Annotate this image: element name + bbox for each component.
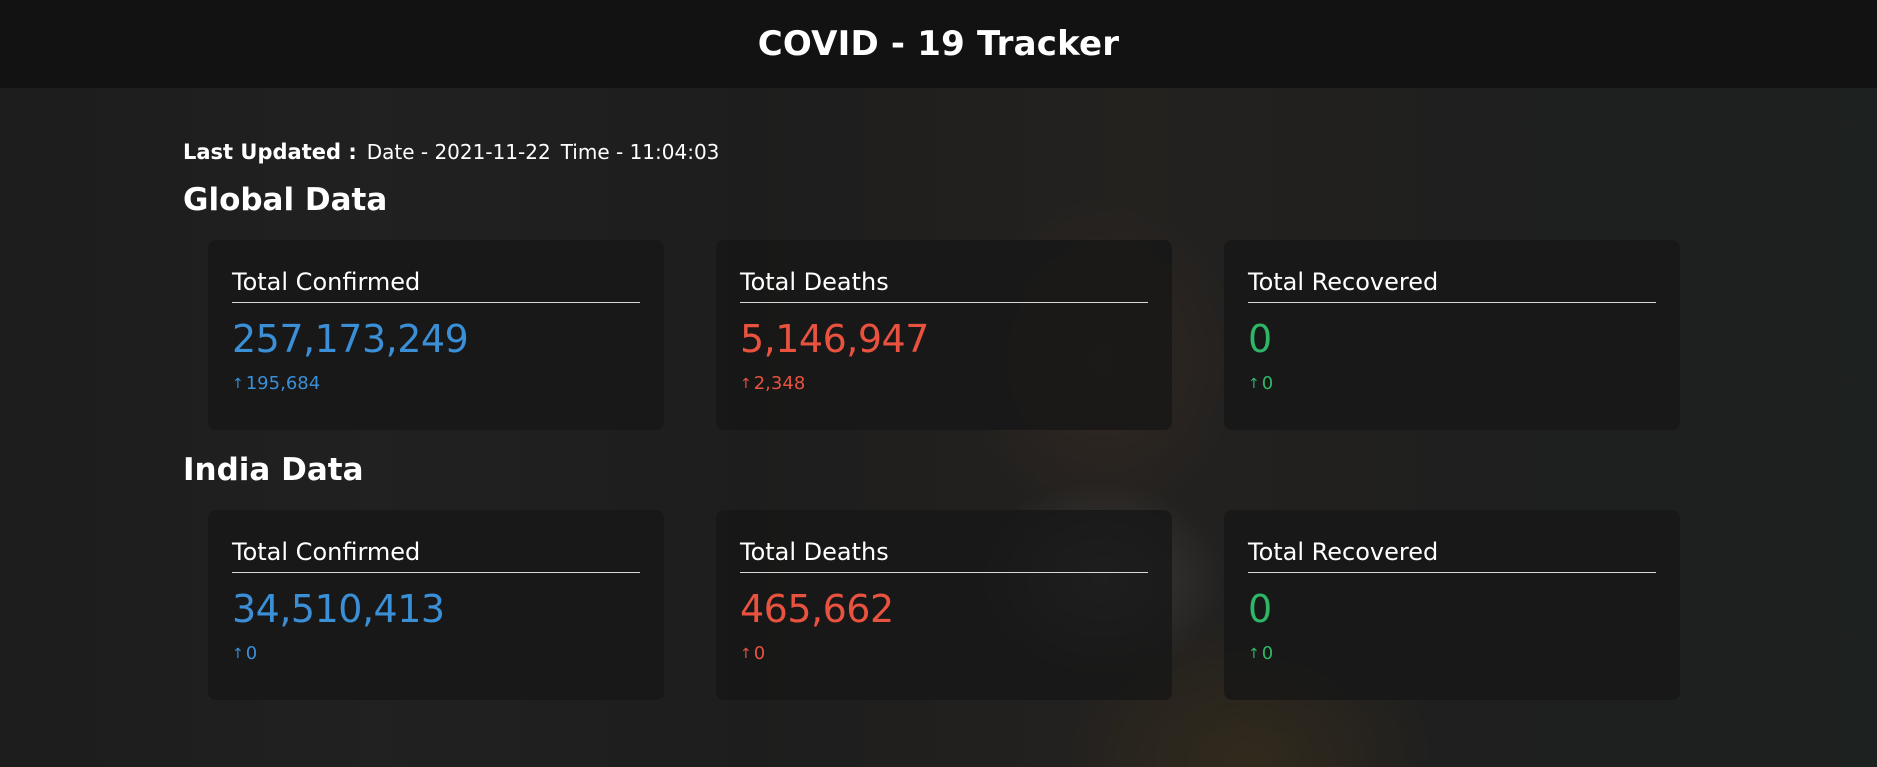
card-title: Total Recovered (1248, 538, 1656, 573)
india-section: India Data Total Confirmed 34,510,413 ↑ … (183, 452, 1683, 700)
india-section-title: India Data (183, 452, 364, 488)
arrow-up-icon: ↑ (740, 375, 752, 392)
arrow-up-icon: ↑ (232, 645, 244, 662)
recovered-delta: ↑ 0 (1248, 373, 1656, 394)
main-content: Last Updated : Date - 2021-11-22 Time - … (183, 88, 1683, 700)
confirmed-delta: ↑ 195,684 (232, 373, 640, 394)
global-deaths-card: Total Deaths 5,146,947 ↑ 2,348 (716, 240, 1172, 430)
deaths-value: 5,146,947 (740, 317, 929, 361)
delta-value: 195,684 (245, 373, 321, 394)
india-deaths-card: Total Deaths 465,662 ↑ 0 (716, 510, 1172, 700)
india-cards: Total Confirmed 34,510,413 ↑ 0 Total Dea… (208, 510, 1683, 700)
india-confirmed-card: Total Confirmed 34,510,413 ↑ 0 (208, 510, 664, 700)
last-updated-time: Time - 11:04:03 (560, 140, 720, 164)
arrow-up-icon: ↑ (1248, 645, 1260, 662)
delta-value: 0 (245, 643, 258, 664)
recovered-delta: ↑ 0 (1248, 643, 1656, 664)
page-title: COVID - 19 Tracker (757, 24, 1120, 64)
recovered-value: 0 (1248, 587, 1272, 631)
page: COVID - 19 Tracker Last Updated : Date -… (0, 0, 1877, 767)
delta-value: 0 (1261, 373, 1274, 394)
deaths-value: 465,662 (740, 587, 894, 631)
last-updated: Last Updated : Date - 2021-11-22 Time - … (183, 140, 1683, 164)
confirmed-value: 34,510,413 (232, 587, 445, 631)
delta-value: 2,348 (753, 373, 806, 394)
delta-value: 0 (753, 643, 766, 664)
global-section-title: Global Data (183, 182, 388, 218)
card-title: Total Deaths (740, 268, 1148, 303)
arrow-up-icon: ↑ (740, 645, 752, 662)
card-title: Total Confirmed (232, 538, 640, 573)
global-section: Global Data Total Confirmed 257,173,249 … (183, 182, 1683, 430)
recovered-value: 0 (1248, 317, 1272, 361)
card-title: Total Deaths (740, 538, 1148, 573)
india-recovered-card: Total Recovered 0 ↑ 0 (1224, 510, 1680, 700)
global-recovered-card: Total Recovered 0 ↑ 0 (1224, 240, 1680, 430)
deaths-delta: ↑ 2,348 (740, 373, 1148, 394)
card-title: Total Recovered (1248, 268, 1656, 303)
arrow-up-icon: ↑ (232, 375, 244, 392)
global-confirmed-card: Total Confirmed 257,173,249 ↑ 195,684 (208, 240, 664, 430)
deaths-delta: ↑ 0 (740, 643, 1148, 664)
arrow-up-icon: ↑ (1248, 375, 1260, 392)
app-header: COVID - 19 Tracker (0, 0, 1877, 88)
global-cards: Total Confirmed 257,173,249 ↑ 195,684 To… (208, 240, 1683, 430)
confirmed-value: 257,173,249 (232, 317, 469, 361)
delta-value: 0 (1261, 643, 1274, 664)
card-title: Total Confirmed (232, 268, 640, 303)
confirmed-delta: ↑ 0 (232, 643, 640, 664)
last-updated-date: Date - 2021-11-22 (366, 140, 551, 164)
last-updated-label: Last Updated : (183, 140, 357, 164)
